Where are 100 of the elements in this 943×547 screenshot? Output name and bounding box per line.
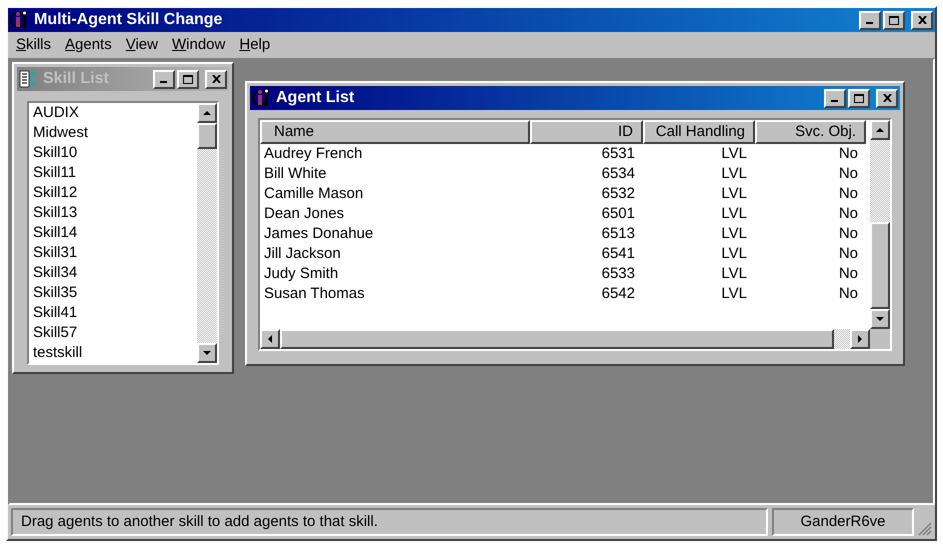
table-cell-text: No [838,264,859,284]
maximize-icon [889,16,899,24]
resize-grip-icon [918,522,932,536]
arrow-down-icon [876,316,884,322]
skill-item[interactable]: Skill14 [33,223,197,243]
table-cell-text: 6541 [600,244,636,264]
scroll-arrow-button[interactable] [870,309,890,329]
table-cell-text: Dean Jones [263,204,346,224]
scroll-arrow-button[interactable] [197,343,217,363]
table-cell-text: 6501 [600,204,636,224]
table-row[interactable]: James Donahue 6513 LVL No [260,224,866,244]
table-cell-text: LVL [720,284,748,304]
arrow-left-icon [267,335,273,343]
table-cell-text: LVL [720,264,748,284]
arrow-right-icon [857,335,863,343]
skill-item[interactable]: Skill11 [33,163,197,183]
table-row[interactable]: Susan Thomas 6542 LVL No [260,284,866,304]
scroll-thumb[interactable] [870,222,890,309]
close-icon [918,16,926,24]
scroll-arrow-button[interactable] [870,120,890,140]
table-cell-text: No [838,144,859,164]
table-cell-text: No [838,224,859,244]
scroll-arrow-button[interactable] [260,329,280,349]
table-row[interactable]: Judy Smith 6533 LVL No [260,264,866,284]
skill-item[interactable]: Skill31 [33,243,197,263]
skill-item[interactable]: Skill35 [33,283,197,303]
table-cell-text: No [838,164,859,184]
skill-item[interactable]: Skill34 [33,263,197,283]
maximize-button[interactable] [177,70,199,88]
maximize-button[interactable] [883,10,905,30]
arrow-up-icon [876,127,884,133]
menu-item[interactable]: Agents [65,34,112,56]
close-button[interactable] [205,70,227,88]
close-icon [212,75,220,83]
table-cell-text: 6533 [600,264,636,284]
table-cell-text: 6531 [600,144,636,164]
maximize-button[interactable] [848,88,870,108]
table-cell-text: 6534 [600,164,636,184]
close-icon [882,94,892,102]
column-header[interactable]: Call Handling [643,120,755,144]
menu-item[interactable]: Help [239,34,270,56]
table-cell-text: Bill White [263,164,328,184]
column-header[interactable]: Name [260,120,530,144]
table-cell-text: Jill Jackson [263,244,342,264]
skill-item[interactable]: AUDIX [33,103,197,123]
table-cell-text: 6532 [600,184,636,204]
table-cell-text: Audrey French [263,144,364,164]
table-cell-text: 6513 [600,224,636,244]
minimize-button[interactable] [859,10,881,30]
scroll-arrow-button[interactable] [197,103,217,123]
table-cell-text: Judy Smith [263,264,340,284]
menu-item[interactable]: Skills [16,34,52,56]
skill-item[interactable]: Midwest [33,123,197,143]
arrow-down-icon [203,350,211,356]
list-icon [19,69,39,89]
table-cell-text: 6542 [600,284,636,304]
close-button[interactable] [876,88,898,108]
table-cell-text: LVL [720,204,748,224]
vertical-scrollbar[interactable] [870,120,890,329]
maximize-icon [854,94,864,102]
status-user: GanderR6ve [772,508,914,536]
table-cell-text: Susan Thomas [263,284,366,304]
vertical-scrollbar[interactable] [197,103,217,363]
table-cell-text: LVL [720,184,748,204]
table-row[interactable]: Jill Jackson 6541 LVL No [260,244,866,264]
close-button[interactable] [911,10,933,30]
window-title: Agent List [276,88,354,108]
status-message: Drag agents to another skill to add agents to that skill. [11,508,768,536]
table-cell-text: LVL [720,224,748,244]
table-cell-text: No [838,204,859,224]
table-row[interactable]: Audrey French 6531 LVL No [260,144,866,164]
minimize-button[interactable] [824,88,846,108]
table-row[interactable]: Camille Mason 6532 LVL No [260,184,866,204]
table-cell-text: No [838,184,859,204]
skill-item[interactable]: Skill12 [33,183,197,203]
column-header[interactable]: Svc. Obj. [755,120,866,144]
menu-item[interactable]: View [126,34,158,56]
skill-item[interactable]: testskill [33,343,197,363]
table-row[interactable]: Dean Jones 6501 LVL No [260,204,866,224]
arrow-up-icon [203,110,211,116]
window-title: Multi-Agent Skill Change [34,10,222,30]
table-cell-text: LVL [720,164,748,184]
table-cell-text: No [838,244,859,264]
skill-item[interactable]: Skill41 [33,303,197,323]
skill-item[interactable]: Skill10 [33,143,197,163]
minimize-button[interactable] [153,70,175,88]
scroll-thumb[interactable] [197,123,217,149]
menu-item[interactable]: Window [172,34,226,56]
table-cell-text: James Donahue [263,224,374,244]
skill-item[interactable]: Skill13 [33,203,197,223]
table-cell-text: Camille Mason [263,184,364,204]
table-cell-text: LVL [720,244,748,264]
column-header[interactable]: ID [530,120,643,144]
table-cell-text: No [838,284,859,304]
skill-item[interactable]: Skill57 [33,323,197,343]
people-icon [252,88,272,108]
table-row[interactable]: Bill White 6534 LVL No [260,164,866,184]
people-icon [10,10,30,30]
scrollbar-corner [870,329,890,349]
scroll-arrow-button[interactable] [850,329,870,349]
